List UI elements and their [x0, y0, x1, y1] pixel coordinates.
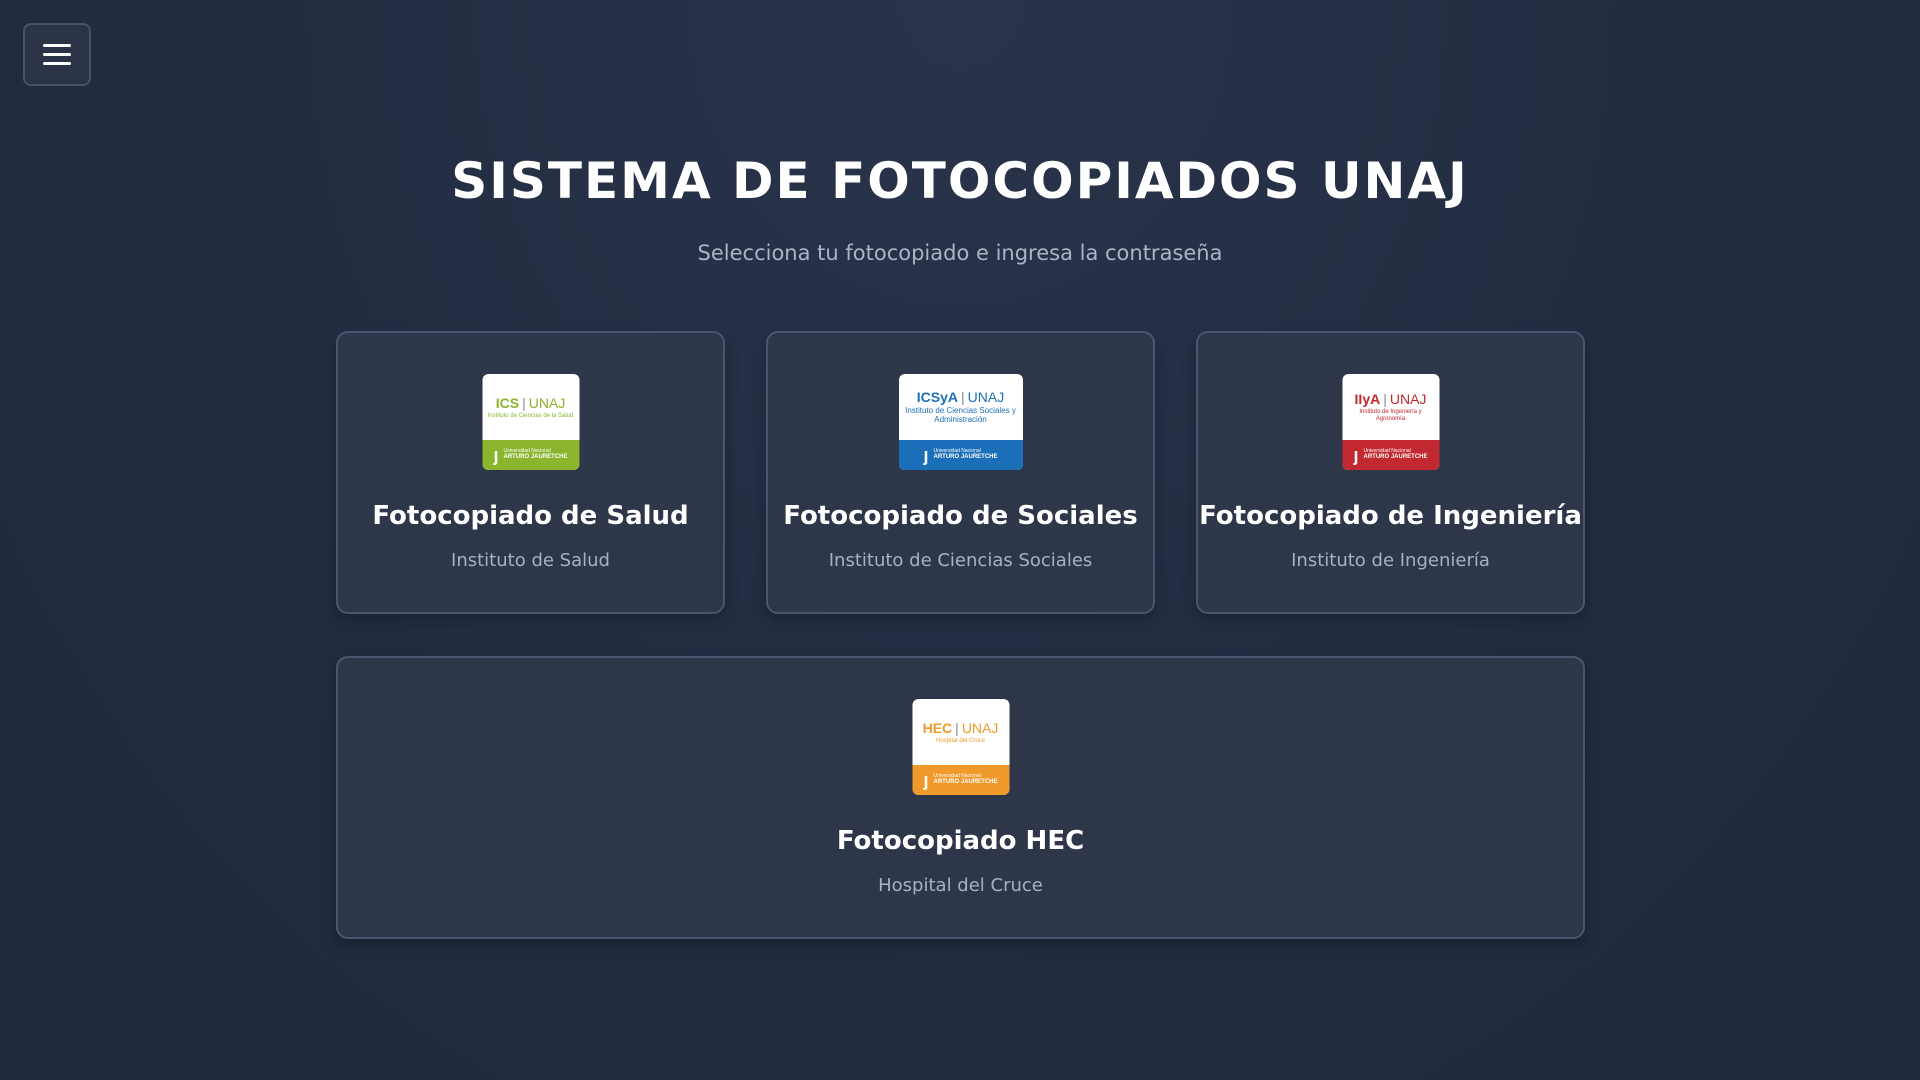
unaj-j-icon: ȷ — [1353, 445, 1359, 465]
card-title: Fotocopiado de Ingeniería — [1199, 501, 1582, 531]
hamburger-icon-line — [43, 62, 71, 65]
logo-tagline: Instituto de Ciencias de la Salud — [487, 412, 574, 419]
card-title: Fotocopiado de Salud — [372, 501, 689, 531]
ics-logo: ICS | UNAJ Instituto de Ciencias de la Sal… — [482, 374, 579, 470]
logo-acronym: ICS | UNAJ — [495, 394, 566, 411]
page-title: SISTEMA DE FOTOCOPIADOS UNAJ — [451, 152, 1469, 210]
card-salud[interactable]: ICS | UNAJ Instituto de Ciencias de la Sal… — [336, 331, 725, 614]
logo-footer: ȷ Universidad Nacional ARTURO JAURETCHE — [1342, 440, 1439, 470]
card-subtitle: Hospital del Cruce — [878, 875, 1043, 896]
logo-footer: ȷ Universidad Nacional ARTURO JAURETCHE — [482, 440, 579, 470]
card-subtitle: Instituto de Salud — [451, 550, 610, 571]
card-subtitle: Instituto de Ciencias Sociales — [828, 550, 1093, 571]
logo-footer: ȷ Universidad Nacional ARTURO JAURETCHE — [912, 765, 1009, 795]
menu-button[interactable] — [23, 23, 91, 86]
logo-footer: ȷ Universidad Nacional ARTURO JAURETCHE — [898, 440, 1023, 470]
logo-tagline: Instituto de Ingeniería y Agronomía — [1359, 409, 1422, 422]
iiya-logo: IIyA | UNAJ Instituto de Ingeniería y Agro… — [1342, 374, 1439, 470]
card-hec[interactable]: HEC | UNAJ Hospital del Cruce ȷ Universida… — [336, 656, 1585, 939]
icsya-logo: ICSyA | UNAJ Instituto de Ciencias Sociale… — [898, 374, 1023, 470]
card-title: Fotocopiado de Sociales — [783, 501, 1138, 531]
logo-acronym: ICSyA | UNAJ — [916, 389, 1005, 406]
page-subtitle: Selecciona tu fotocopiado e ingresa la c… — [697, 241, 1223, 265]
logo-acronym: IIyA | UNAJ — [1354, 391, 1427, 408]
card-ingenieria[interactable]: IIyA | UNAJ Instituto de Ingeniería y Agro… — [1196, 331, 1585, 614]
card-sociales[interactable]: ICSyA | UNAJ Instituto de Ciencias Sociale… — [766, 331, 1155, 614]
logo-tagline: Hospital del Cruce — [935, 737, 986, 744]
hamburger-icon — [43, 44, 71, 47]
logo-acronym: HEC | UNAJ — [922, 719, 999, 736]
unaj-j-icon: ȷ — [923, 445, 929, 465]
card-subtitle: Instituto de Ingeniería — [1291, 550, 1490, 571]
unaj-j-icon: ȷ — [493, 445, 499, 465]
hamburger-icon-line — [43, 53, 71, 56]
logo-tagline: Instituto de Ciencias Sociales y Adminis… — [905, 406, 1016, 424]
hec-logo: HEC | UNAJ Hospital del Cruce ȷ Universida… — [912, 699, 1009, 795]
unaj-j-icon: ȷ — [923, 770, 929, 790]
card-title: Fotocopiado HEC — [836, 826, 1085, 856]
